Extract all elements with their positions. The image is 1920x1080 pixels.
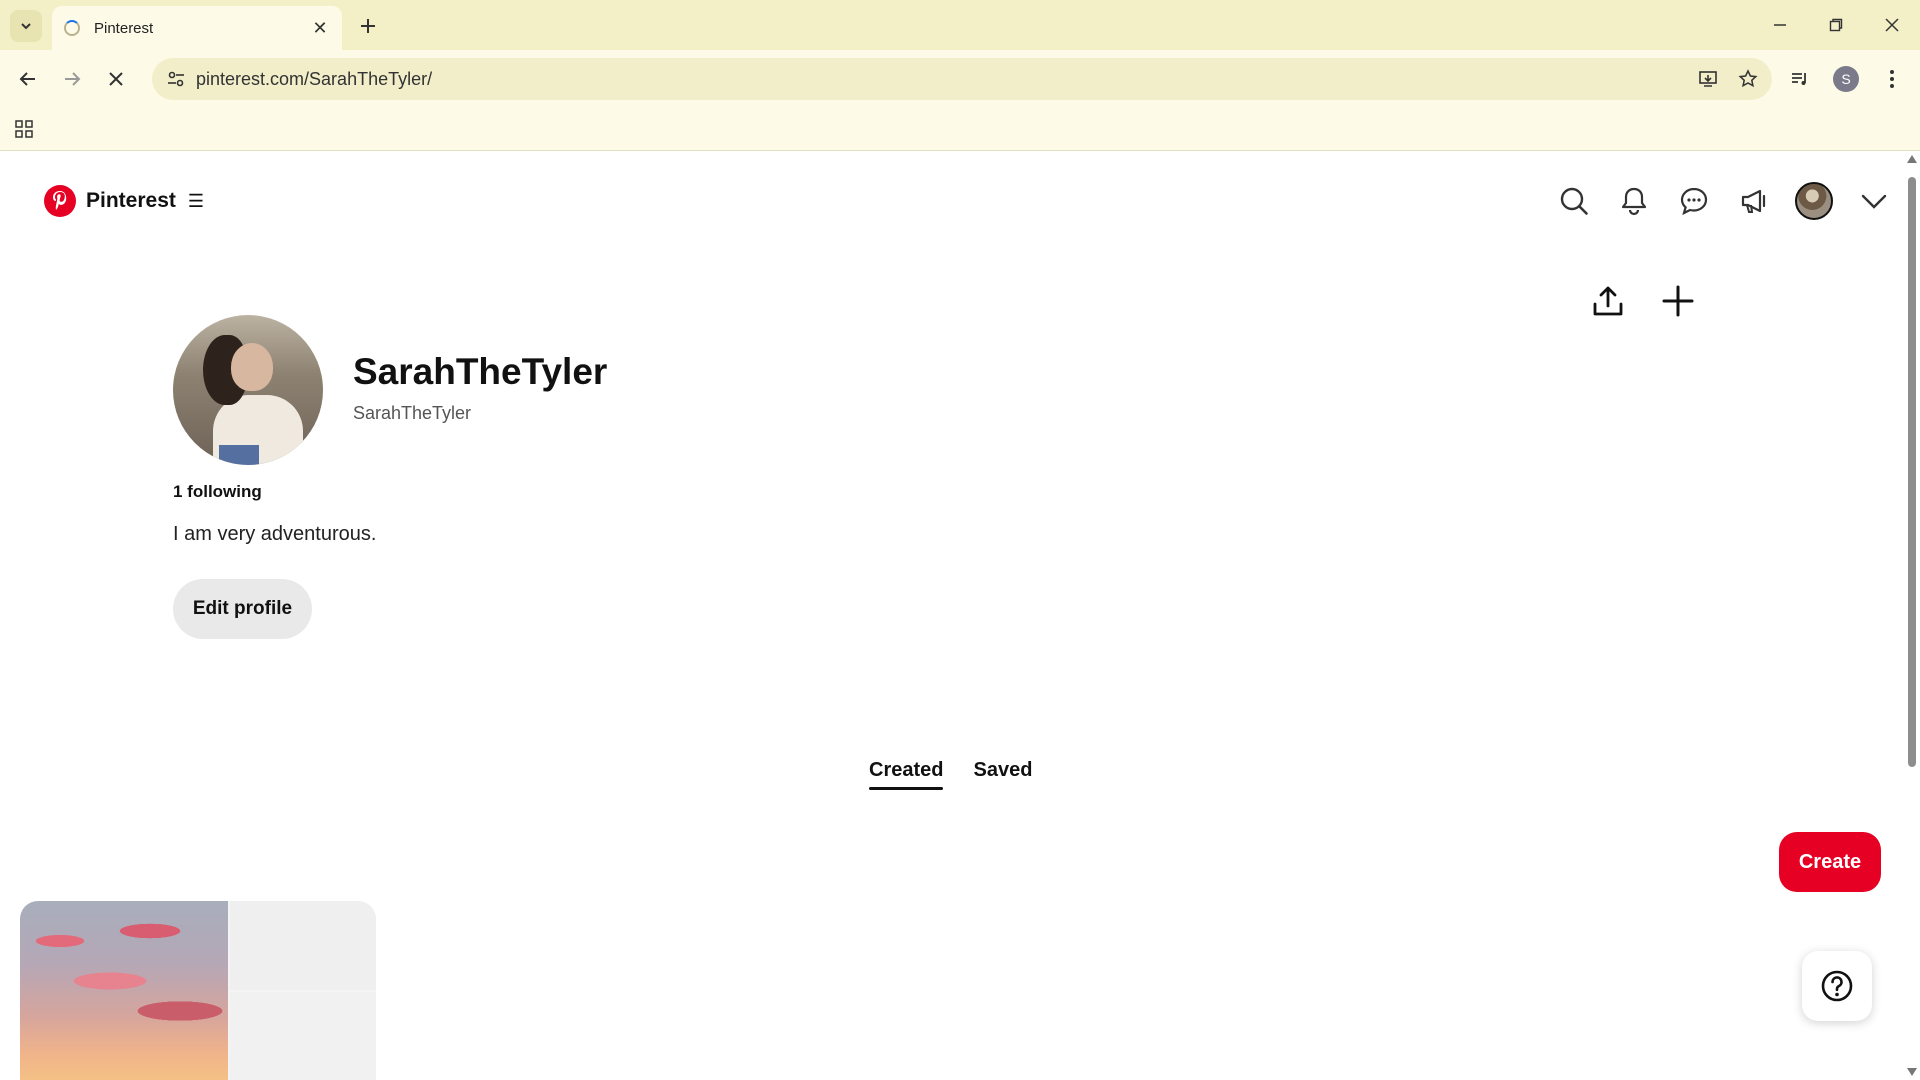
notifications-button[interactable] [1610,177,1658,225]
stop-loading-button[interactable] [98,61,134,97]
scroll-up-arrow-icon[interactable] [1907,155,1917,163]
profile-tabs: Created Saved [869,759,1032,790]
star-icon [1738,69,1758,88]
following-count-link[interactable]: 1 following [173,482,262,502]
profile-display-name: SarahTheTyler [353,351,608,392]
bookmarks-bar [0,108,1920,151]
board-card[interactable] [20,901,376,1080]
close-icon [1885,18,1899,32]
create-button[interactable]: Create [1779,832,1881,892]
browser-toolbar: pinterest.com/SarahTheTyler/ S [0,50,1920,108]
loading-spinner-icon [64,20,80,36]
browser-tab-pinterest[interactable]: Pinterest ✕ [52,6,342,50]
install-app-button[interactable] [1692,63,1724,95]
minimize-icon [1774,24,1786,26]
restore-button[interactable] [1808,0,1864,50]
pinterest-logo-icon[interactable] [44,185,76,217]
user-avatar[interactable] [1795,182,1833,220]
playlist-icon [1792,73,1806,85]
plus-icon [361,19,375,33]
board-thumb-placeholder [230,901,376,990]
megaphone-icon [1741,189,1766,213]
scroll-down-arrow-icon[interactable] [1907,1068,1917,1076]
new-tab-button[interactable] [354,12,382,40]
url-text[interactable]: pinterest.com/SarahTheTyler/ [196,69,432,90]
apps-grid-icon [15,120,33,138]
more-vertical-icon [1890,70,1894,88]
messages-button[interactable] [1670,177,1718,225]
browser-menu-button[interactable] [1874,61,1910,97]
restore-icon [1829,18,1843,32]
page-scrollbar[interactable] [1904,151,1920,1080]
back-arrow-icon [19,72,35,86]
profile-username: SarahTheTyler [353,403,472,423]
address-bar[interactable]: pinterest.com/SarahTheTyler/ [152,58,1772,100]
add-button[interactable] [1654,277,1702,325]
brand-name[interactable]: Pinterest [86,189,176,213]
share-profile-button[interactable] [1584,277,1632,325]
close-tab-icon[interactable]: ✕ [310,18,330,39]
browser-tab-strip: Pinterest ✕ [0,0,1920,50]
plus-icon [1662,285,1694,317]
bookmark-star-button[interactable] [1732,63,1764,95]
tab-search-button[interactable] [10,10,42,42]
tab-title: Pinterest [94,19,154,37]
tune-icon [168,71,184,87]
account-menu-button[interactable] [1850,177,1898,225]
back-button[interactable] [10,61,46,97]
profile-photo[interactable] [173,315,323,465]
chevron-down-icon [1861,194,1887,209]
page-viewport: Pinterest ☰ SarahTheTyler SarahTheTyler … [0,151,1904,1080]
hamburger-menu-icon[interactable]: ☰ [188,191,204,212]
install-icon [1699,71,1717,87]
media-controls-button[interactable] [1782,61,1818,97]
close-icon [109,72,123,86]
edit-profile-button[interactable]: Edit profile [173,579,312,639]
forward-button[interactable] [54,61,90,97]
search-button[interactable] [1550,177,1598,225]
updates-button[interactable] [1730,177,1778,225]
chevron-down-icon [21,23,31,30]
close-window-button[interactable] [1864,0,1920,50]
board-thumb-placeholder [230,992,376,1080]
site-info-button[interactable] [160,63,192,95]
forward-arrow-icon [65,72,81,86]
chat-icon [1680,187,1708,216]
apps-button[interactable] [10,115,38,143]
help-icon [1821,970,1853,1002]
browser-profile-avatar[interactable]: S [1833,66,1859,92]
window-controls [1752,0,1920,50]
bell-icon [1621,187,1647,216]
scrollbar-thumb[interactable] [1908,177,1916,767]
search-icon [1560,187,1588,215]
tab-saved[interactable]: Saved [973,759,1032,790]
help-button[interactable] [1802,951,1872,1021]
minimize-button[interactable] [1752,0,1808,50]
tab-created[interactable]: Created [869,759,944,790]
profile-bio: I am very adventurous. [173,523,377,545]
brand[interactable]: Pinterest ☰ [44,185,204,217]
share-icon [1593,286,1623,316]
board-cover-image [20,901,228,1080]
pinterest-header: Pinterest ☰ [0,151,1904,251]
